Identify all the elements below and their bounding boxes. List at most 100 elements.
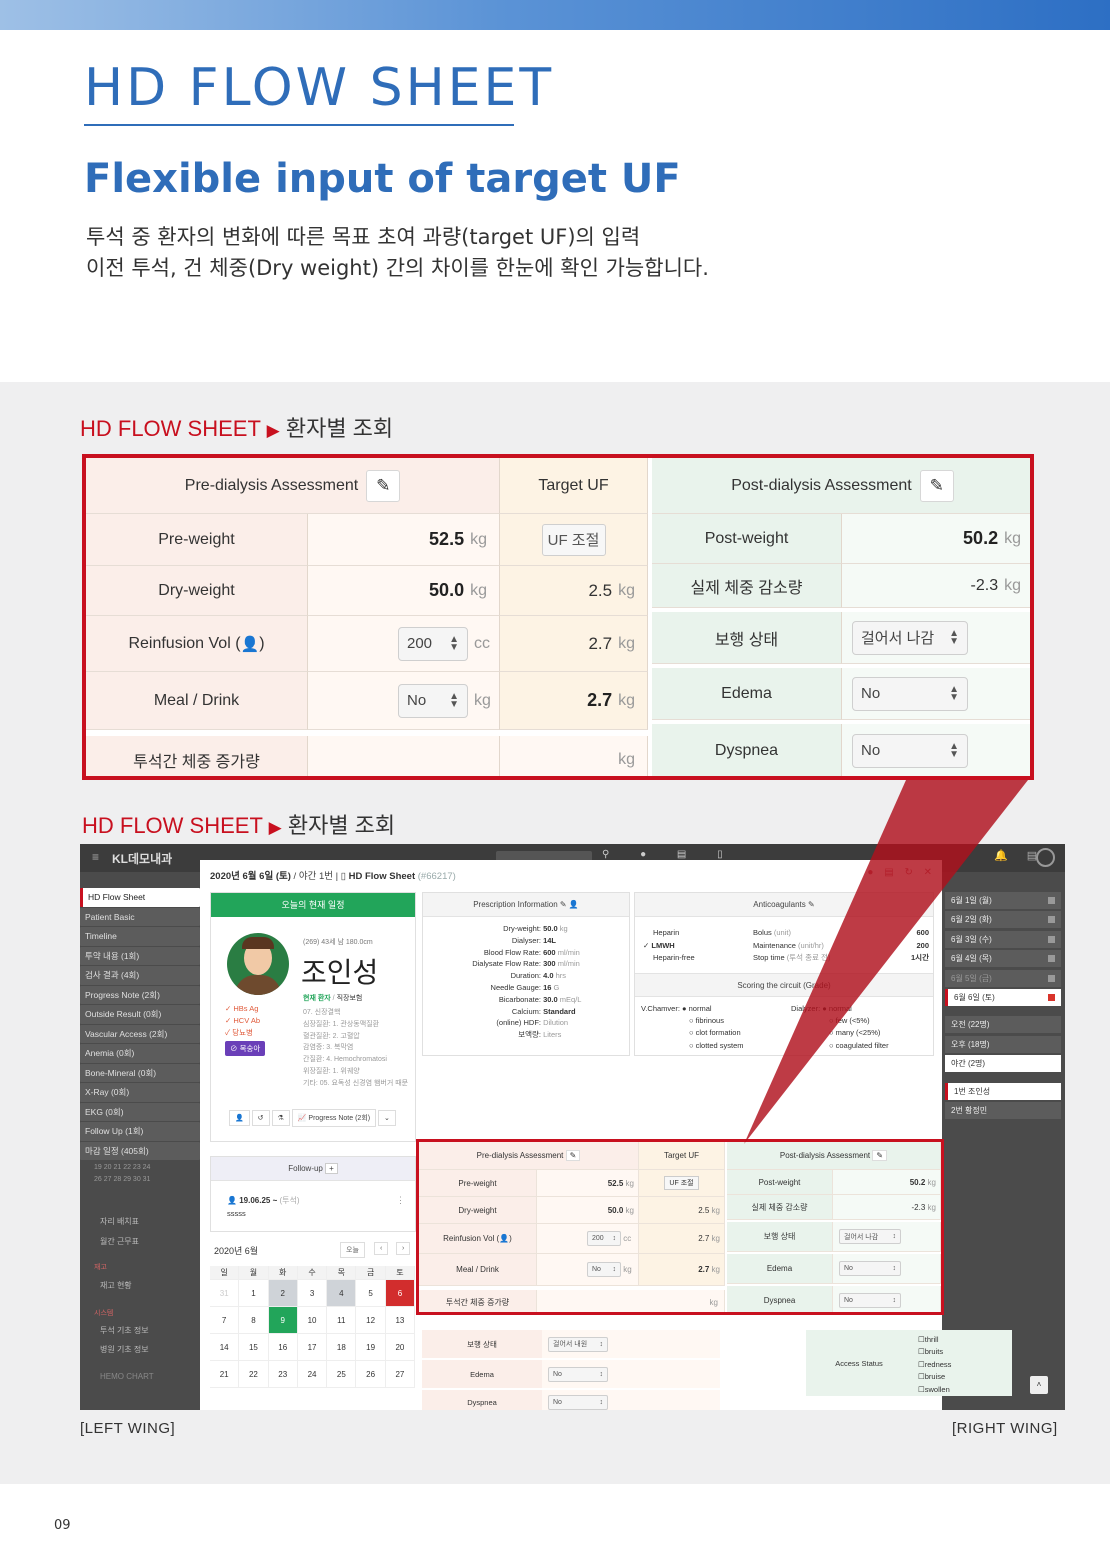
calendar-day[interactable]: 7	[210, 1307, 240, 1334]
calendar-day[interactable]: 31	[210, 1280, 240, 1307]
calendar-day[interactable]: 8	[239, 1307, 269, 1334]
pencil-icon[interactable]: ✎	[565, 1150, 581, 1161]
nav-xray[interactable]: X-Ray (0회)	[80, 1083, 200, 1102]
nav-outside-result[interactable]: Outside Result (0회)	[80, 1005, 200, 1024]
calendar-day[interactable]: 15	[239, 1334, 269, 1361]
pencil-icon[interactable]: ✎	[919, 469, 954, 502]
toolbar-icons[interactable]: ⚲ ● ▤ ▯	[602, 849, 737, 860]
mini-edema-select[interactable]: No ↕	[839, 1261, 901, 1276]
anticoag-option[interactable]: Heparin-free	[643, 952, 695, 965]
scoring-row[interactable]: ○ fibrinous	[641, 1015, 744, 1027]
more-vertical-icon[interactable]: ⋮	[396, 1195, 405, 1206]
edema-select[interactable]: No ▲ ▼	[852, 676, 968, 711]
calendar-day[interactable]: 2	[268, 1280, 298, 1307]
mini-dyspnea-select[interactable]: No ↕	[839, 1292, 901, 1308]
nav-progress-note[interactable]: Progress Note (2회)	[80, 985, 200, 1004]
shift-item[interactable]: 오후 (18명)	[945, 1035, 1061, 1053]
calendar-day[interactable]: 12	[356, 1307, 386, 1334]
anticoag-option-selected[interactable]: ✓ LMWH	[643, 940, 695, 953]
mini-meal-drink-select[interactable]: No ↕	[587, 1262, 621, 1277]
nav-medication[interactable]: 투약 내용 (1회)	[80, 946, 200, 965]
scoring-row[interactable]: ○ coagulated filter	[791, 1040, 889, 1052]
calendar-day[interactable]: 22	[239, 1361, 269, 1388]
mini-walking-select[interactable]: 걸어서 나감 ↕	[839, 1229, 901, 1244]
nav-ekg[interactable]: EKG (0회)	[80, 1102, 200, 1121]
shift-item-selected[interactable]: 야간 (2명)	[945, 1055, 1061, 1073]
calendar-day-selected[interactable]: 6	[385, 1280, 416, 1307]
scoring-row[interactable]: ○ many (<25%)	[791, 1027, 889, 1039]
calendar-day[interactable]: 25	[327, 1361, 357, 1388]
anticoag-option[interactable]: Heparin	[643, 927, 695, 940]
history-icon[interactable]: ↺	[251, 1110, 270, 1126]
meal-drink-select[interactable]: No ▲ ▼	[398, 683, 468, 718]
reinfusion-select[interactable]: 200 ▲ ▼	[398, 626, 468, 661]
calendar-day[interactable]: 27	[385, 1361, 416, 1388]
calendar-day[interactable]: 14	[210, 1334, 240, 1361]
nav-dialysis-basic[interactable]: 투석 기초 정보	[100, 1325, 149, 1336]
chevron-right-icon[interactable]: ›	[396, 1242, 411, 1255]
date-item[interactable]: 6월 2일 (화)	[945, 911, 1061, 929]
date-item[interactable]: 6월 3일 (수)	[945, 930, 1061, 948]
radio-checked-icon[interactable]: ●	[682, 1004, 687, 1013]
calendar-day[interactable]: 11	[327, 1307, 357, 1334]
access-option[interactable]: ☐swollen	[918, 1384, 951, 1396]
edema-select[interactable]: No ↕	[548, 1366, 608, 1382]
calendar-day-today[interactable]: 9	[268, 1307, 298, 1334]
dyspnea-select[interactable]: No ↕	[548, 1394, 608, 1410]
add-follow-up-button[interactable]: +	[325, 1163, 338, 1174]
chevron-down-icon[interactable]: ⌄	[378, 1110, 396, 1126]
date-item[interactable]: 6월 4일 (목)	[945, 950, 1061, 968]
scroll-top-button[interactable]: ˄	[1030, 1376, 1048, 1394]
nav-vascular-access[interactable]: Vascular Access (2회)	[80, 1024, 200, 1043]
calendar-day[interactable]: 10	[297, 1307, 328, 1334]
nav-seat-chart[interactable]: 자리 배치표	[100, 1216, 139, 1227]
calendar-day[interactable]: 5	[356, 1280, 386, 1307]
patient-item-selected[interactable]: 1번 조인성	[945, 1082, 1061, 1100]
calendar-day[interactable]: 13	[385, 1307, 416, 1334]
radio-checked-icon[interactable]: ●	[822, 1004, 827, 1013]
date-item-selected[interactable]: 6월 6일 (토)	[945, 988, 1061, 1006]
calendar-day[interactable]: 17	[297, 1334, 328, 1361]
date-item[interactable]: 6월 1일 (월)	[945, 892, 1061, 909]
nav-monthly-shift[interactable]: 월간 근무표	[100, 1236, 139, 1247]
pencil-icon[interactable]: ✎	[808, 900, 815, 909]
modal-actions[interactable]: ● ▤ ↻ ✕	[867, 867, 936, 878]
nav-hospital-basic[interactable]: 병원 기초 정보	[100, 1344, 149, 1355]
menu-icon[interactable]: ≡	[92, 850, 99, 864]
user-avatar-icon[interactable]	[1036, 848, 1055, 867]
scoring-row[interactable]: ○ clotted system	[641, 1040, 744, 1052]
calendar-day[interactable]: 18	[327, 1334, 357, 1361]
user-settings-icon[interactable]: 👤	[569, 900, 579, 909]
access-option[interactable]: ☐thrill	[918, 1334, 951, 1346]
calendar-day[interactable]: 19	[356, 1334, 386, 1361]
calendar-day[interactable]: 3	[297, 1280, 328, 1307]
calendar-today-button[interactable]: 오늘	[340, 1242, 365, 1258]
nav-lab-results[interactable]: 검사 결과 (4회)	[80, 966, 200, 985]
pencil-icon[interactable]: ✎	[560, 900, 567, 909]
flask-icon[interactable]: ⚗	[271, 1110, 290, 1126]
calendar-day[interactable]: 1	[239, 1280, 269, 1307]
calendar-day[interactable]: 23	[268, 1361, 298, 1388]
dyspnea-select[interactable]: No ▲ ▼	[852, 733, 968, 768]
user-icon[interactable]: 👤	[229, 1110, 250, 1126]
progress-note-button[interactable]: 📈 Progress Note (2회)	[291, 1109, 377, 1127]
nav-closing-schedule[interactable]: 마감 일정 (405회)	[80, 1141, 200, 1160]
calendar-day[interactable]: 16	[268, 1334, 298, 1361]
chevron-left-icon[interactable]: ‹	[374, 1242, 389, 1255]
shift-item[interactable]: 오전 (22명)	[945, 1016, 1061, 1034]
pencil-icon[interactable]: ✎	[872, 1150, 888, 1161]
access-option[interactable]: ☐redness	[918, 1359, 951, 1371]
scoring-row[interactable]: ○ clot formation	[641, 1027, 744, 1039]
pencil-icon[interactable]: ✎	[366, 469, 401, 502]
nav-bone-mineral[interactable]: Bone-Mineral (0회)	[80, 1063, 200, 1082]
calendar-day[interactable]: 20	[385, 1334, 416, 1361]
scoring-row[interactable]: ○ few (<5%)	[791, 1015, 889, 1027]
date-item[interactable]: 6월 5일 (금)	[945, 969, 1061, 987]
calendar-day[interactable]: 24	[297, 1361, 328, 1388]
follow-up-entry[interactable]: 👤 19.06.25 ~ (투석) sssss	[227, 1195, 300, 1218]
walking-status-select[interactable]: 걸어서 나감 ▲ ▼	[852, 620, 968, 655]
nav-patient-basic[interactable]: Patient Basic	[80, 907, 200, 926]
calendar-day[interactable]: 21	[210, 1361, 240, 1388]
nav-anemia[interactable]: Anemia (0회)	[80, 1044, 200, 1063]
nav-timeline[interactable]: Timeline	[80, 927, 200, 946]
